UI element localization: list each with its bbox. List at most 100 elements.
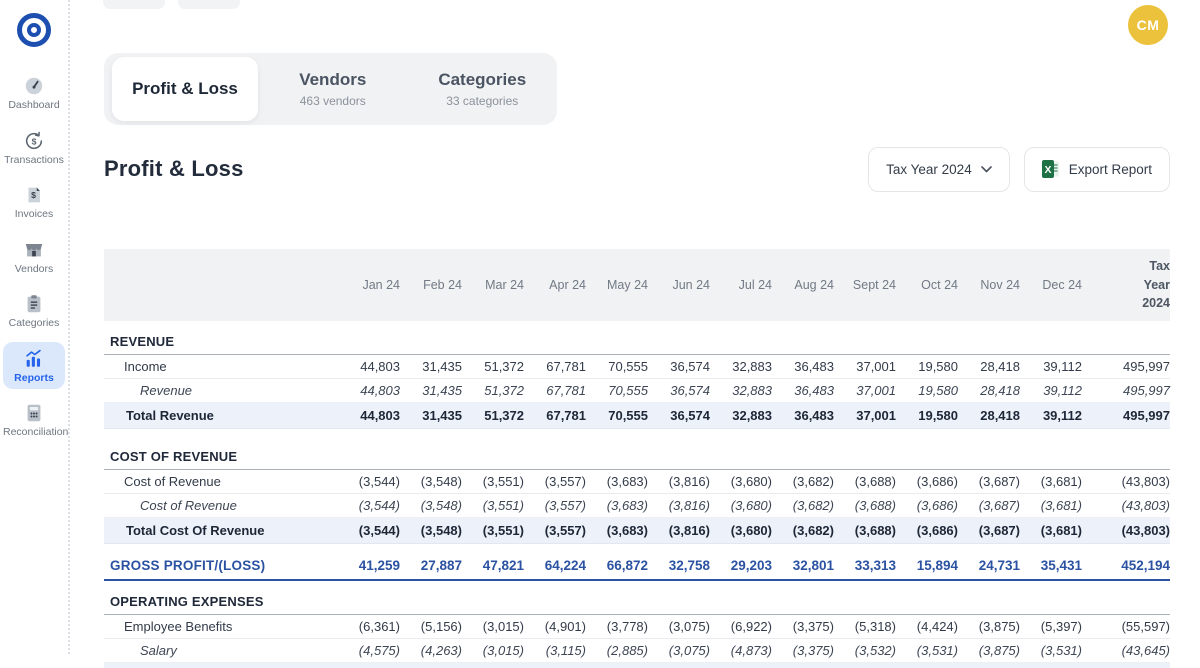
value-cell: (3,688)	[854, 498, 896, 513]
table-row-employee-benefits: Employee Benefits (6,361) (5,156) (3,015) (4…	[104, 615, 1170, 639]
sidebar-nav: Dashboard $ Transactions $ Invoices Vendors Ca…	[0, 69, 68, 451]
sidebar-item-categories[interactable]: Categories	[3, 287, 65, 335]
export-report-label: Export Report	[1068, 161, 1152, 177]
row-label: GROSS PROFIT/(LOSS)	[110, 557, 266, 573]
app-logo[interactable]	[17, 13, 51, 47]
tab-categories[interactable]: Categories 33 categories	[408, 70, 558, 108]
value-cell: 70,555	[608, 383, 648, 398]
value-cell: 67,781	[546, 383, 586, 398]
value-cell: 32,758	[668, 557, 710, 573]
value-cell: (3,532)	[854, 643, 896, 658]
table-row-salary: Salary (4,575) (4,263) (3,015) (3,115) (2,885…	[104, 639, 1170, 663]
page-title: Profit & Loss	[104, 156, 244, 181]
value-cell: 31,435	[422, 408, 462, 423]
value-cell: (3,683)	[606, 523, 648, 538]
value-cell: (3,544)	[358, 474, 400, 489]
value-cell: (3,816)	[668, 474, 710, 489]
value-cell: 36,483	[794, 359, 834, 374]
tab-profit-loss[interactable]: Profit & Loss	[112, 57, 258, 121]
value-cell: (3,557)	[544, 498, 586, 513]
value-cell: (3,544)	[358, 498, 400, 513]
storefront-icon	[3, 239, 65, 261]
value-cell: 495,997	[1123, 408, 1170, 423]
calculator-icon	[3, 402, 65, 424]
value-cell: 27,887	[420, 557, 462, 573]
sidebar-item-dashboard[interactable]: Dashboard	[3, 69, 65, 117]
column-header: Oct 24	[921, 278, 958, 292]
page-header: Profit & Loss Tax Year 2024 X Export Rep…	[104, 146, 1170, 192]
table-row-partial	[104, 663, 1170, 668]
value-cell: (3,548)	[420, 474, 462, 489]
column-header: May 24	[607, 278, 648, 292]
value-cell: 19,580	[918, 383, 958, 398]
tab-vendors[interactable]: Vendors 463 vendors	[258, 70, 408, 108]
table-row-income: Income 44,803 31,435 51,372 67,781 70,555 36,5…	[104, 355, 1170, 379]
sidebar-item-label: Categories	[8, 317, 60, 330]
tax-year-select[interactable]: Tax Year 2024	[868, 146, 1010, 192]
sidebar: Dashboard $ Transactions $ Invoices Vendors Ca…	[0, 0, 70, 654]
value-cell: (3,816)	[668, 498, 710, 513]
value-cell: (3,681)	[1040, 523, 1082, 538]
value-cell: 36,574	[670, 383, 710, 398]
value-cell: 32,801	[792, 557, 834, 573]
table-row-total-revenue: Total Revenue 44,803 31,435 51,372 67,781 70,…	[104, 403, 1170, 429]
sidebar-item-invoices[interactable]: $ Invoices	[3, 178, 65, 226]
table-row-cost-of-revenue: Cost of Revenue (3,544) (3,548) (3,551) (3,5…	[104, 470, 1170, 494]
column-header: Apr 24	[549, 278, 586, 292]
export-report-button[interactable]: X Export Report	[1023, 146, 1170, 192]
value-cell: 32,883	[732, 408, 772, 423]
row-label: OPERATING EXPENSES	[110, 594, 264, 609]
row-label: Total Revenue	[126, 408, 214, 423]
value-cell: (5,397)	[1040, 619, 1082, 634]
value-cell: (3,681)	[1040, 474, 1082, 489]
value-cell: 19,580	[918, 408, 958, 423]
value-cell: (4,901)	[544, 619, 586, 634]
sidebar-item-transactions[interactable]: $ Transactions	[3, 124, 65, 172]
page-controls: Tax Year 2024 X Export Report	[868, 146, 1170, 192]
column-header: Jun 24	[672, 278, 710, 292]
row-label: Cost of Revenue	[140, 498, 237, 513]
value-cell: (3,557)	[544, 523, 586, 538]
report-tabs: Profit & Loss Vendors 463 vendors Categorie…	[104, 53, 557, 125]
value-cell: 51,372	[484, 383, 524, 398]
value-cell: (3,687)	[978, 498, 1020, 513]
value-cell: 37,001	[856, 408, 896, 423]
value-cell: (2,885)	[606, 643, 648, 658]
value-cell: 495,997	[1123, 383, 1170, 398]
value-cell: 24,731	[978, 557, 1020, 573]
row-label: Revenue	[140, 383, 193, 398]
tab-sublabel: 463 vendors	[299, 94, 366, 108]
value-cell: (3,680)	[730, 498, 772, 513]
value-cell: (5,156)	[420, 619, 462, 634]
row-label: REVENUE	[110, 334, 175, 349]
value-cell: (3,686)	[916, 523, 958, 538]
value-cell: (3,680)	[730, 474, 772, 489]
value-cell: (3,778)	[606, 619, 648, 634]
value-cell: (3,683)	[606, 474, 648, 489]
value-cell: 41,259	[358, 557, 400, 573]
tab-label: Vendors	[299, 70, 367, 89]
refresh-dollar-icon: $	[3, 130, 65, 152]
value-cell: (3,688)	[854, 523, 896, 538]
value-cell: 37,001	[856, 359, 896, 374]
value-cell: (5,318)	[854, 619, 896, 634]
sidebar-item-reports[interactable]: Reports	[3, 341, 65, 390]
value-cell: 37,001	[856, 383, 896, 398]
tab-label: Categories	[438, 70, 527, 89]
column-header: Dec 24	[1042, 278, 1082, 292]
value-cell: 47,821	[482, 557, 524, 573]
value-cell: 44,803	[360, 408, 400, 423]
tax-year-label: Tax Year 2024	[886, 161, 972, 177]
value-cell: 28,418	[980, 383, 1020, 398]
sidebar-item-label: Vendors	[14, 262, 54, 275]
sidebar-item-reconciliation[interactable]: Reconciliation	[3, 396, 68, 444]
sidebar-item-vendors[interactable]: Vendors	[3, 233, 65, 281]
value-cell: 452,194	[1121, 557, 1170, 573]
value-cell: (3,375)	[792, 643, 834, 658]
value-cell: 64,224	[544, 557, 586, 573]
row-label: Income	[124, 359, 167, 374]
value-cell: (3,075)	[668, 619, 710, 634]
value-cell: (3,680)	[730, 523, 772, 538]
svg-text:$: $	[31, 190, 36, 200]
value-cell: 36,574	[670, 359, 710, 374]
